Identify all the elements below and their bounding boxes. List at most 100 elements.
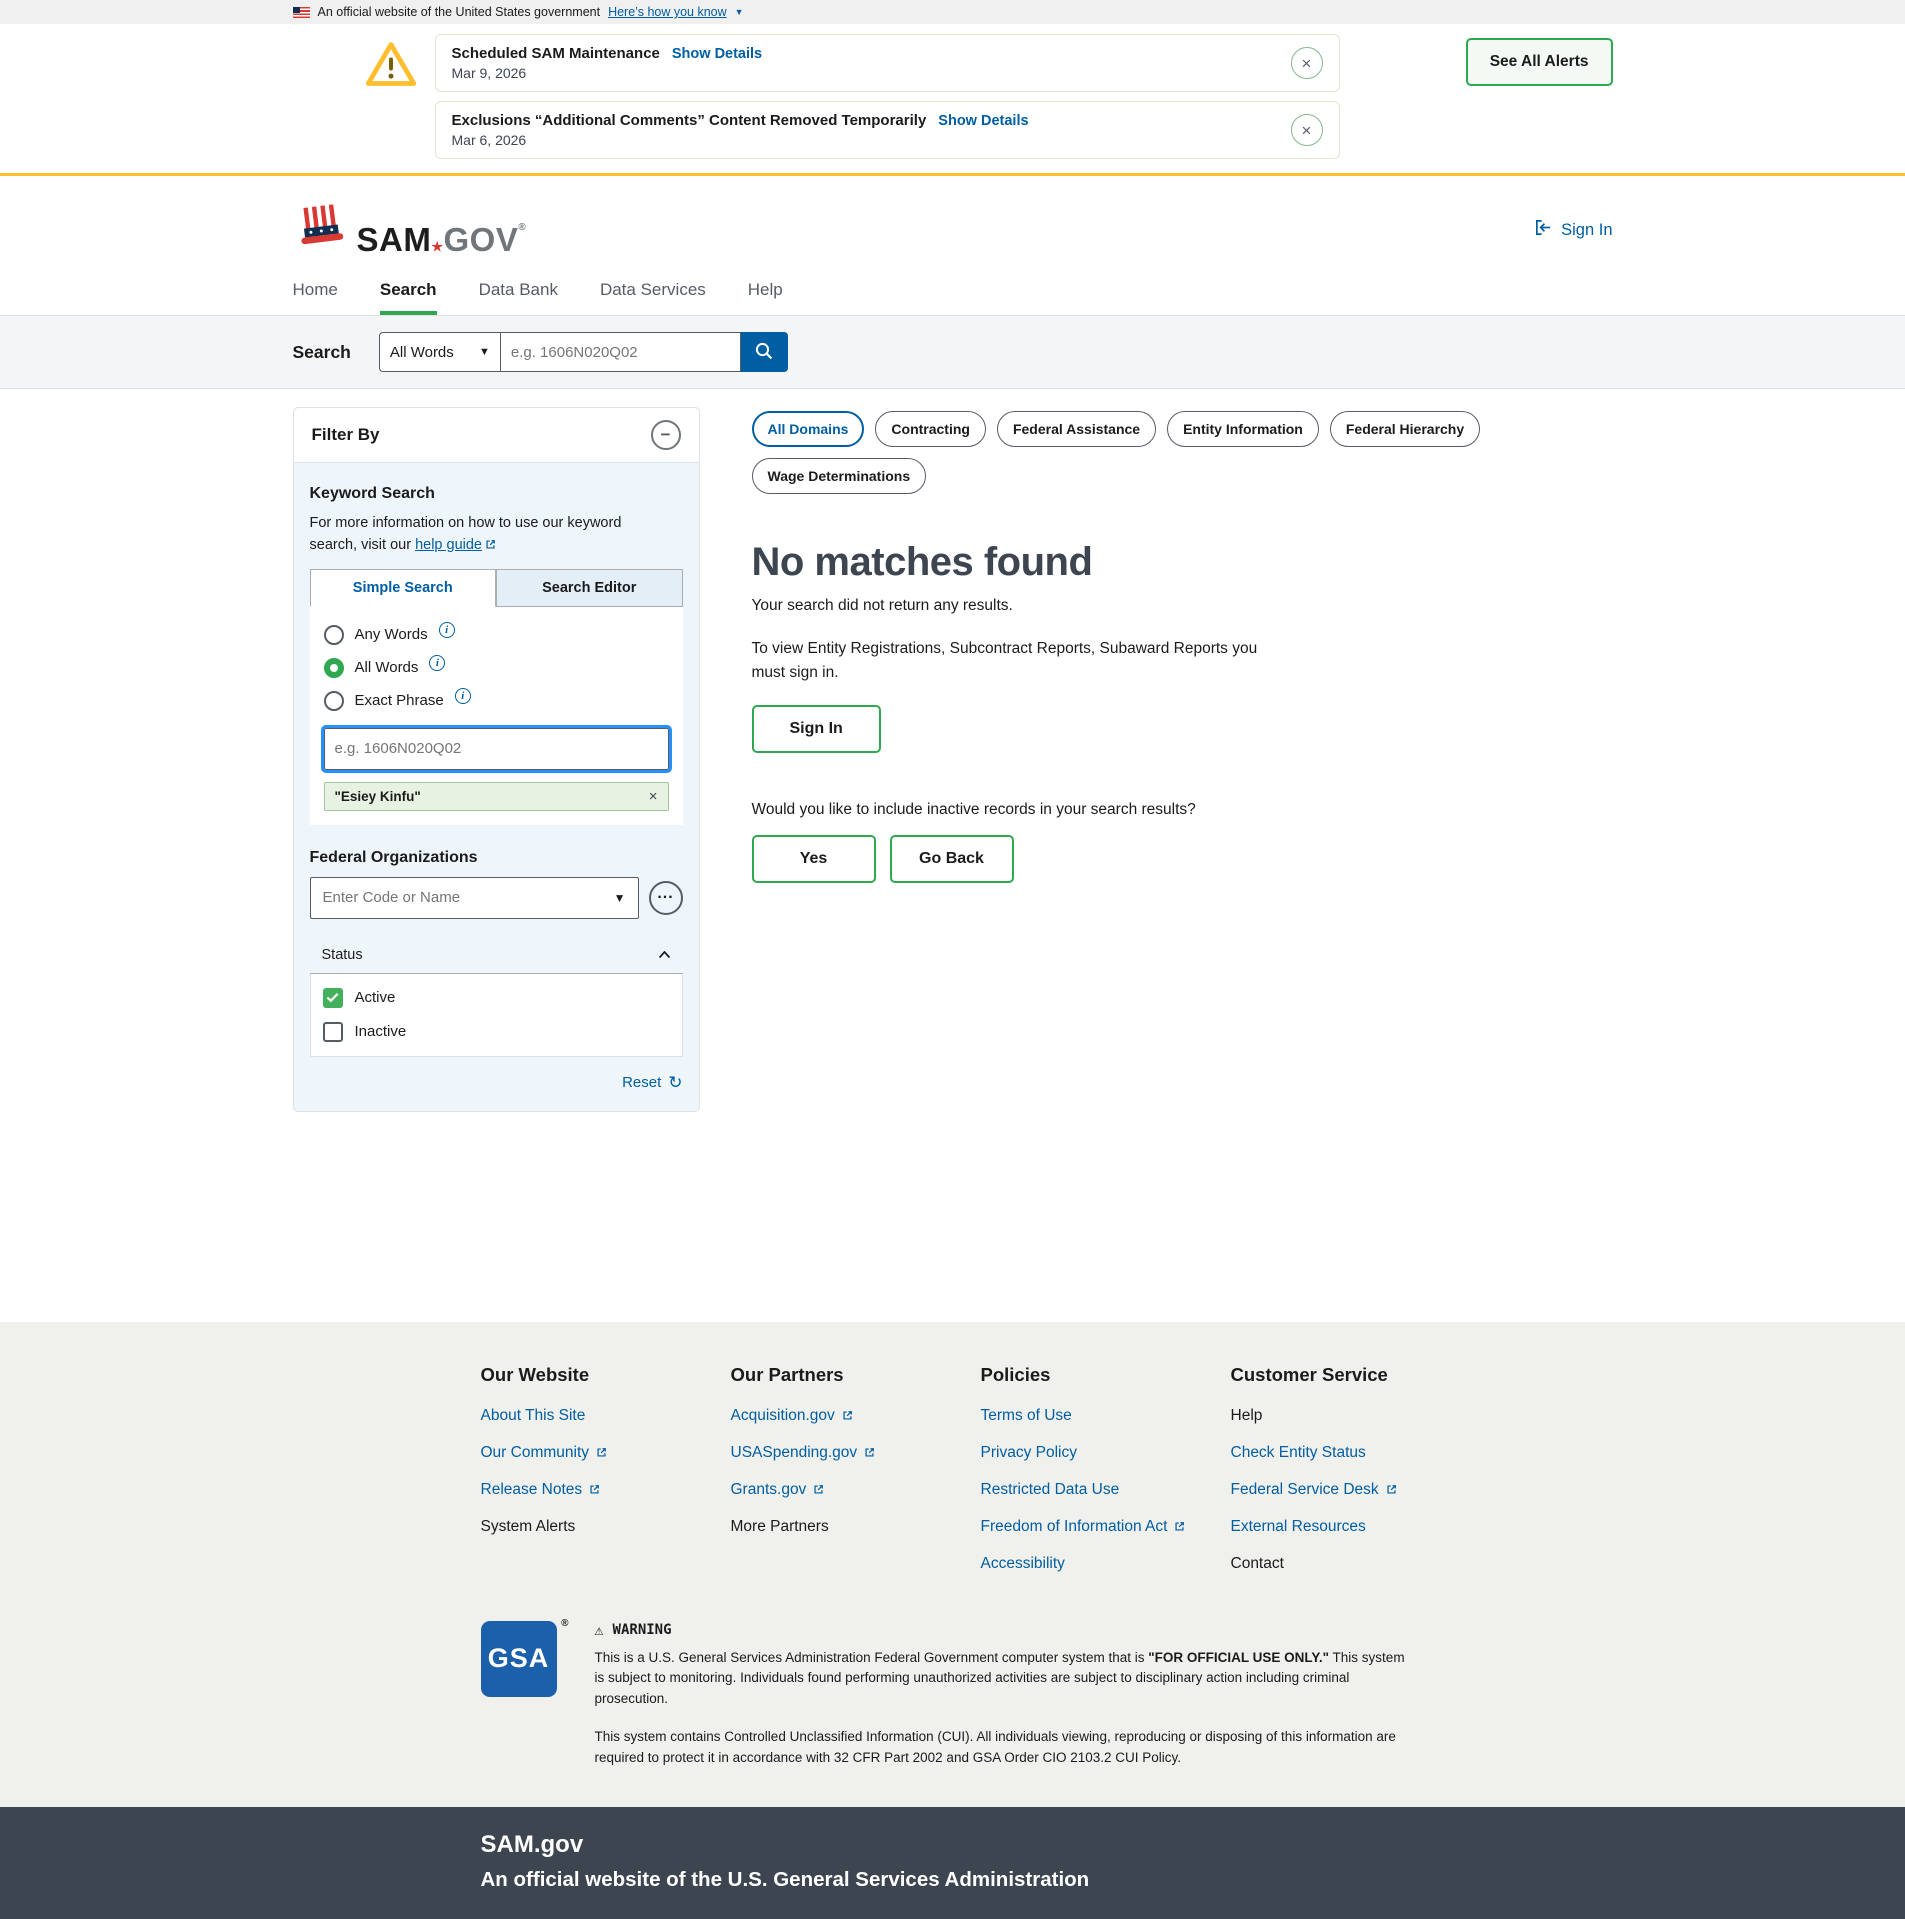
footer-link-accessibility[interactable]: Accessibility (981, 1555, 1065, 1573)
footer-link-more-partners[interactable]: More Partners (731, 1518, 829, 1536)
nav-item-help[interactable]: Help (748, 280, 783, 315)
pill-federal-hierarchy[interactable]: Federal Hierarchy (1330, 411, 1480, 447)
radio-all-words[interactable]: All Words i (324, 658, 669, 678)
more-options-button[interactable]: ... (649, 881, 683, 915)
sign-in-button[interactable]: Sign In (752, 705, 881, 753)
footer-link-grants-gov[interactable]: Grants.gov (731, 1481, 825, 1499)
footer-link-help[interactable]: Help (1231, 1407, 1263, 1425)
nav-item-data-bank[interactable]: Data Bank (479, 280, 558, 315)
footer-link-foia[interactable]: Freedom of Information Act (981, 1518, 1186, 1536)
checkbox-checked[interactable] (323, 988, 343, 1008)
checkbox-label: Active (355, 989, 396, 1006)
sign-in-note: To view Entity Registrations, Subcontrac… (752, 637, 1272, 685)
radio-circle[interactable] (324, 658, 344, 678)
nav-item-home[interactable]: Home (293, 280, 338, 315)
alert-title: Exclusions “Additional Comments” Content… (452, 112, 927, 129)
footer-col-heading: Policies (981, 1364, 1051, 1386)
sam-gov-logo[interactable]: SAM★GOV® (293, 204, 527, 256)
footer-link-label: Accessibility (981, 1555, 1065, 1573)
footer-link-acquisition-gov[interactable]: Acquisition.gov (731, 1407, 853, 1425)
footer-link-usaspending-gov[interactable]: USASpending.gov (731, 1444, 876, 1462)
footer-link-release-notes[interactable]: Release Notes (481, 1481, 601, 1499)
footer-link-system-alerts[interactable]: System Alerts (481, 1518, 576, 1536)
remove-chip-button[interactable]: × (649, 789, 658, 804)
footer-link-about-this-site[interactable]: About This Site (481, 1407, 586, 1425)
external-link-icon (864, 1447, 875, 1458)
info-icon[interactable]: i (429, 655, 445, 671)
yes-button[interactable]: Yes (752, 835, 876, 883)
pill-entity-information[interactable]: Entity Information (1167, 411, 1319, 447)
search-group: All Words ▼ (379, 332, 788, 372)
no-matches-heading: No matches found (752, 540, 1613, 585)
radio-any-words[interactable]: Any Words i (324, 625, 669, 645)
tab-simple-search[interactable]: Simple Search (310, 569, 497, 607)
search-type-select[interactable]: All Words ▼ (379, 332, 501, 372)
keyword-search-heading: Keyword Search (310, 485, 683, 503)
search-input[interactable] (501, 332, 741, 372)
us-flag-icon (293, 7, 310, 18)
filter-panel: Filter By − Keyword Search For more info… (293, 407, 700, 1112)
collapse-filter-button[interactable]: − (651, 420, 681, 450)
site-header: SAM★GOV® Sign In Home Search Data Bank D… (0, 176, 1905, 315)
footer-link-privacy-policy[interactable]: Privacy Policy (981, 1444, 1077, 1462)
footer-link-restricted-data-use[interactable]: Restricted Data Use (981, 1481, 1120, 1499)
info-icon[interactable]: i (439, 622, 455, 638)
federal-org-select[interactable]: Enter Code or Name ▼ (310, 877, 639, 919)
close-alert-button[interactable]: × (1291, 114, 1323, 146)
pill-all-domains[interactable]: All Domains (752, 411, 865, 447)
checkbox-unchecked[interactable] (323, 1022, 343, 1042)
checkbox-active[interactable]: Active (323, 988, 670, 1008)
footer-link-label: USASpending.gov (731, 1444, 858, 1462)
radio-exact-phrase[interactable]: Exact Phrase i (324, 691, 669, 711)
search-label: Search (293, 342, 351, 363)
footer-link-external-resources[interactable]: External Resources (1231, 1518, 1366, 1536)
warning-text: This is a U.S. General Services Administ… (595, 1650, 1149, 1665)
federal-orgs-row: Enter Code or Name ▼ ... (310, 877, 683, 919)
alert-body: Exclusions “Additional Comments” Content… (452, 112, 1029, 148)
show-details-link[interactable]: Show Details (938, 113, 1028, 129)
keyword-input[interactable] (324, 728, 669, 770)
main-content: Filter By − Keyword Search For more info… (293, 389, 1613, 1112)
radio-circle[interactable] (324, 691, 344, 711)
results-area: All Domains Contracting Federal Assistan… (752, 407, 1613, 1112)
footer-link-check-entity-status[interactable]: Check Entity Status (1231, 1444, 1366, 1462)
sign-in-icon (1534, 218, 1553, 242)
pill-federal-assistance[interactable]: Federal Assistance (997, 411, 1156, 447)
no-results-text: Your search did not return any results. (752, 597, 1613, 615)
close-alert-button[interactable]: × (1291, 47, 1323, 79)
footer-link-terms-of-use[interactable]: Terms of Use (981, 1407, 1072, 1425)
search-icon (754, 341, 774, 364)
keyword-info-text: For more information on how to use our k… (310, 513, 670, 557)
how-you-know-link[interactable]: Here’s how you know (608, 5, 727, 19)
nav-item-search[interactable]: Search (380, 280, 437, 315)
see-all-alerts-button[interactable]: See All Alerts (1466, 38, 1613, 86)
footer-link-contact[interactable]: Contact (1231, 1555, 1284, 1573)
pill-contracting[interactable]: Contracting (875, 411, 986, 447)
footer-link-our-community[interactable]: Our Community (481, 1444, 608, 1462)
tab-search-editor[interactable]: Search Editor (496, 569, 683, 607)
nav-item-data-services[interactable]: Data Services (600, 280, 706, 315)
status-section-toggle[interactable]: Status (310, 937, 683, 974)
alert-date: Mar 9, 2026 (452, 65, 763, 81)
alerts-section: Scheduled SAM Maintenance Show Details M… (0, 24, 1905, 176)
chevron-down-icon: ▼ (479, 346, 490, 358)
brand-title: SAM.gov (481, 1831, 1613, 1859)
go-back-button[interactable]: Go Back (890, 835, 1014, 883)
search-type-value: All Words (390, 344, 454, 361)
radio-circle[interactable] (324, 625, 344, 645)
search-button[interactable] (741, 332, 788, 372)
sign-in-link[interactable]: Sign In (1534, 218, 1612, 242)
show-details-link[interactable]: Show Details (672, 46, 762, 62)
top-hat-icon (293, 204, 349, 256)
footer-col-our-website: Our Website About This Site Our Communit… (481, 1350, 731, 1573)
pill-wage-determinations[interactable]: Wage Determinations (752, 458, 927, 494)
reset-link[interactable]: Reset ↻ (622, 1073, 682, 1093)
footer-link-label: More Partners (731, 1518, 829, 1536)
registered-mark: ® (561, 1618, 569, 1629)
gsa-logo-text: GSA (488, 1643, 550, 1674)
footer-link-federal-service-desk[interactable]: Federal Service Desk (1231, 1481, 1397, 1499)
warning-text-bold: "FOR OFFICIAL USE ONLY." (1148, 1650, 1329, 1665)
help-guide-link[interactable]: help guide (415, 537, 496, 553)
info-icon[interactable]: i (455, 688, 471, 704)
checkbox-inactive[interactable]: Inactive (323, 1022, 670, 1042)
